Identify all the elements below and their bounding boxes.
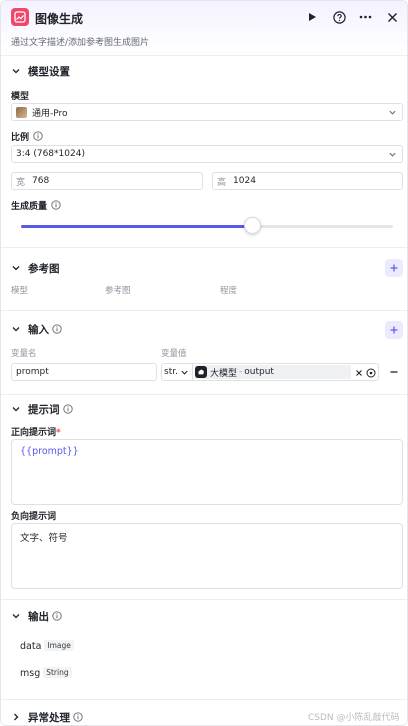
plus-icon	[390, 264, 398, 272]
divider	[1, 247, 407, 248]
plus-icon	[390, 326, 398, 334]
target-icon[interactable]	[366, 368, 376, 378]
positive-prompt-value: {{prompt}}	[20, 446, 79, 457]
model-avatar-icon	[16, 106, 27, 118]
node-description: 通过文字描述/添加参考图生成图片	[11, 38, 150, 48]
info-icon[interactable]	[52, 324, 62, 334]
info-icon[interactable]	[73, 712, 83, 722]
output-name: data	[20, 641, 42, 652]
ratio-select-value: 3:4 (768*1024)	[16, 149, 85, 159]
quality-slider-fill	[21, 225, 252, 228]
negative-prompt-value: 文字、符号	[20, 533, 68, 544]
type-value: str.	[164, 367, 178, 377]
negative-prompt-label: 负向提示词	[11, 512, 57, 522]
chevron-down-icon[interactable]	[11, 404, 21, 414]
height-value: 1024	[233, 176, 256, 186]
divider	[1, 394, 407, 395]
section-title-model-settings: 模型设置	[28, 66, 70, 78]
info-icon[interactable]	[33, 131, 43, 141]
divider	[1, 55, 407, 56]
chevron-down-icon	[181, 370, 188, 375]
divider	[1, 599, 407, 600]
model-select-value: 通用-Pro	[32, 108, 68, 119]
positive-prompt-label: 正向提示词*	[11, 425, 61, 438]
more-icon[interactable]	[357, 9, 373, 25]
chevron-down-icon	[389, 110, 396, 115]
quality-label: 生成质量	[11, 202, 48, 212]
llm-node-icon	[195, 366, 207, 378]
chevron-right-icon[interactable]	[11, 712, 21, 722]
type-select[interactable]: str.	[162, 364, 193, 380]
info-icon[interactable]	[51, 200, 61, 210]
info-icon[interactable]	[63, 404, 73, 414]
quality-slider-track[interactable]	[21, 225, 393, 228]
clear-icon[interactable]	[355, 369, 363, 377]
chevron-down-icon[interactable]	[11, 66, 21, 76]
divider	[1, 699, 407, 700]
reference-chip[interactable]: 大模型 - output	[195, 365, 351, 379]
input-col-value: 变量值	[161, 349, 187, 359]
width-prefix: 宽	[16, 177, 26, 188]
chevron-down-icon[interactable]	[11, 611, 21, 621]
required-mark: *	[56, 428, 61, 438]
width-input[interactable]: 宽 768	[11, 172, 203, 190]
section-title-error-handling: 异常处理	[28, 712, 70, 724]
input-col-name: 变量名	[11, 349, 37, 359]
output-item: msg String	[20, 667, 72, 679]
output-item: data Image	[20, 640, 74, 652]
variable-name-input[interactable]: prompt	[11, 363, 157, 381]
chevron-down-icon[interactable]	[11, 324, 21, 334]
divider	[1, 310, 407, 311]
source-separator: -	[239, 367, 243, 377]
watermark: CSDN @小陈乱敲代码	[308, 713, 400, 723]
model-select[interactable]: 通用-Pro	[11, 103, 403, 121]
close-icon[interactable]	[384, 9, 400, 25]
section-title-reference: 参考图	[28, 263, 60, 275]
node-panel: 图像生成 通过文字描述/添加参考图生成图片 模型设置 模型 通用-Pro 比例 …	[0, 0, 408, 726]
reference-col-model: 模型	[11, 286, 29, 296]
height-prefix: 高	[217, 177, 227, 188]
panel-header: 图像生成 通过文字描述/添加参考图生成图片	[1, 1, 407, 55]
section-title-input: 输入	[28, 324, 49, 336]
output-type-badge: Image	[44, 640, 74, 651]
source-node-name: 大模型	[210, 368, 238, 379]
help-icon[interactable]	[331, 9, 347, 25]
positive-prompt-label-text: 正向提示词	[11, 428, 57, 438]
chevron-down-icon[interactable]	[11, 263, 21, 273]
add-input-button[interactable]	[385, 321, 403, 339]
variable-value-field[interactable]: str. 大模型 - output	[161, 363, 379, 381]
chevron-down-icon	[389, 152, 396, 157]
ratio-select[interactable]: 3:4 (768*1024)	[11, 145, 403, 163]
width-value: 768	[32, 176, 50, 186]
reference-col-strength: 程度	[220, 286, 238, 296]
section-title-output: 输出	[28, 611, 49, 623]
section-title-prompt: 提示词	[28, 404, 60, 416]
height-input[interactable]: 高 1024	[212, 172, 403, 190]
output-name: msg	[20, 668, 41, 679]
run-button[interactable]	[304, 9, 320, 25]
positive-prompt-textarea[interactable]: {{prompt}}	[11, 439, 403, 505]
negative-prompt-textarea[interactable]: 文字、符号	[11, 523, 403, 589]
output-type-badge: String	[43, 667, 72, 678]
reference-col-image: 参考图	[105, 286, 131, 296]
remove-input-icon[interactable]	[389, 367, 399, 377]
image-gen-icon	[11, 8, 29, 26]
add-reference-button[interactable]	[385, 259, 403, 277]
node-title: 图像生成	[35, 12, 84, 26]
ratio-label: 比例	[11, 133, 30, 143]
source-field-name: output	[244, 367, 274, 377]
variable-name-value: prompt	[16, 367, 49, 377]
model-label: 模型	[11, 92, 30, 102]
info-icon[interactable]	[52, 611, 62, 621]
quality-slider-handle[interactable]	[243, 217, 261, 234]
